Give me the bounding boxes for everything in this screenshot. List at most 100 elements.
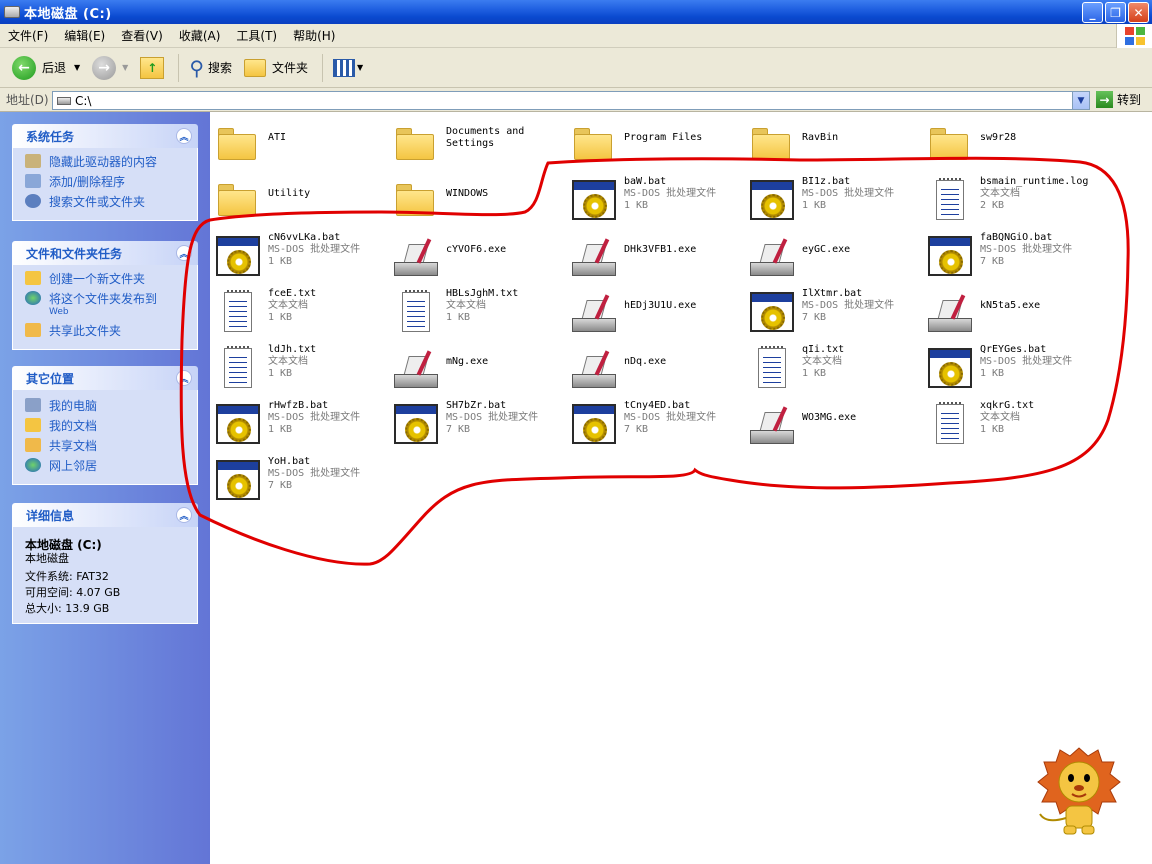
file-info: Documents and Settings (446, 126, 524, 150)
batch-file-icon (214, 456, 262, 504)
file-size: 7 KB (802, 312, 827, 323)
minimize-button[interactable]: _ (1082, 2, 1103, 23)
panel-header[interactable]: 系统任务 ︽ (12, 124, 198, 148)
my-computer-link[interactable]: 我的电脑 (25, 398, 187, 414)
menu-edit[interactable]: 编辑(E) (56, 27, 113, 44)
file-item[interactable]: QrEYGes.bat MS-DOS 批处理文件 1 KB (926, 344, 1096, 394)
batch-file-icon (748, 176, 796, 224)
file-list-view: ATI Documents and Settings Program Files Rav… (210, 112, 1152, 864)
file-item[interactable]: tCny4ED.bat MS-DOS 批处理文件 7 KB (570, 400, 740, 450)
file-info: nDq.exe (624, 356, 666, 368)
up-button[interactable]: ↑ (136, 51, 168, 85)
share-folder-link[interactable]: 共享此文件夹 (25, 323, 187, 339)
shared-documents-link[interactable]: 共享文档 (25, 438, 187, 454)
search-files-link[interactable]: 搜索文件或文件夹 (25, 194, 187, 210)
address-dropdown-icon[interactable]: ▼ (1072, 92, 1089, 109)
file-item[interactable]: xqkrG.txt 文本文档 1 KB (926, 400, 1096, 450)
panel-header[interactable]: 其它位置 ︽ (12, 366, 198, 390)
forward-dropdown-icon[interactable]: ▼ (122, 63, 128, 72)
file-size: 1 KB (268, 312, 293, 323)
file-item[interactable]: rHwfzB.bat MS-DOS 批处理文件 1 KB (214, 400, 384, 450)
go-button[interactable]: → 转到 (1096, 91, 1141, 108)
file-item[interactable]: SH7bZr.bat MS-DOS 批处理文件 7 KB (392, 400, 562, 450)
file-item[interactable]: qIi.txt 文本文档 1 KB (748, 344, 918, 394)
address-field[interactable]: C:\ ▼ (52, 91, 1090, 110)
network-places-link[interactable]: 网上邻居 (25, 458, 187, 474)
menu-favorites[interactable]: 收藏(A) (171, 27, 229, 44)
file-info: qIi.txt 文本文档 1 KB (802, 344, 844, 380)
file-item[interactable]: ldJh.txt 文本文档 1 KB (214, 344, 384, 394)
folder-item[interactable]: Program Files (570, 120, 740, 170)
file-item[interactable]: nDq.exe (570, 344, 740, 394)
publish-web-link-suffix[interactable]: Web (49, 307, 187, 317)
drive-type: 本地磁盘 (25, 552, 69, 565)
file-item[interactable]: IlXtmr.bat MS-DOS 批处理文件 7 KB (748, 288, 918, 338)
folder-item[interactable]: sw9r28 (926, 120, 1096, 170)
file-item[interactable]: hEDj3U1U.exe (570, 288, 740, 338)
file-size: 1 KB (980, 424, 1005, 435)
file-item[interactable]: HBLsJghM.txt 文本文档 1 KB (392, 288, 562, 338)
file-item[interactable]: YoH.bat MS-DOS 批处理文件 7 KB (214, 456, 384, 506)
batch-file-icon (748, 288, 796, 336)
file-name: bsmain_runtime.log (980, 176, 1089, 187)
collapse-chevron-icon[interactable]: ︽ (176, 128, 192, 144)
folder-item[interactable]: WINDOWS (392, 176, 562, 226)
folders-button[interactable]: 文件夹 (240, 51, 312, 85)
link-label: 隐藏此驱动器的内容 (49, 155, 158, 169)
file-info: DHk3VFB1.exe (624, 244, 696, 256)
publish-web-link[interactable]: 将这个文件夹发布到 (25, 291, 187, 307)
panel-header[interactable]: 文件和文件夹任务 ︽ (12, 241, 198, 265)
file-info: baW.bat MS-DOS 批处理文件 1 KB (624, 176, 716, 212)
other-places-panel: 其它位置 ︽ 我的电脑 我的文档 共享文档 网上邻居 (12, 366, 198, 485)
file-name: WINDOWS (446, 188, 489, 199)
file-name: sw9r28 (980, 132, 1017, 143)
collapse-chevron-icon[interactable]: ︽ (176, 245, 192, 261)
forward-button[interactable]: → ▼ (88, 51, 132, 85)
toolbar: ← 后退 ▼ → ▼ ↑ ⚲ 搜索 文件夹 ▼ (0, 48, 1152, 88)
menu-view[interactable]: 查看(V) (113, 27, 171, 44)
batch-file-icon (570, 176, 618, 224)
search-button[interactable]: ⚲ 搜索 (185, 51, 236, 85)
file-name: eyGC.exe (802, 244, 851, 255)
file-name: HBLsJghM.txt (446, 288, 519, 299)
new-folder-link[interactable]: 创建一个新文件夹 (25, 271, 187, 287)
file-item[interactable]: cN6vvLKa.bat MS-DOS 批处理文件 1 KB (214, 232, 384, 282)
menu-tools[interactable]: 工具(T) (228, 27, 285, 44)
file-item[interactable]: kN5ta5.exe (926, 288, 1096, 338)
back-button[interactable]: ← 后退 ▼ (8, 51, 84, 85)
link-label: 网上邻居 (49, 459, 98, 473)
file-info: faBQNGiO.bat MS-DOS 批处理文件 7 KB (980, 232, 1072, 268)
file-item[interactable]: bsmain_runtime.log 文本文档 2 KB (926, 176, 1096, 226)
folder-item[interactable]: RavBin (748, 120, 918, 170)
maximize-button[interactable]: ❐ (1105, 2, 1126, 23)
folder-item[interactable]: ATI (214, 120, 384, 170)
back-dropdown-icon[interactable]: ▼ (74, 63, 80, 72)
panel-header[interactable]: 详细信息 ︽ (12, 503, 198, 527)
file-item[interactable]: WO3MG.exe (748, 400, 918, 450)
hide-drive-contents-link[interactable]: 隐藏此驱动器的内容 (25, 154, 187, 170)
file-name: BI1z.bat (802, 176, 851, 187)
collapse-chevron-icon[interactable]: ︽ (176, 370, 192, 386)
file-item[interactable]: fceE.txt 文本文档 1 KB (214, 288, 384, 338)
file-item[interactable]: mNg.exe (392, 344, 562, 394)
close-button[interactable]: ✕ (1128, 2, 1149, 23)
file-item[interactable]: BI1z.bat MS-DOS 批处理文件 1 KB (748, 176, 918, 226)
file-item[interactable]: baW.bat MS-DOS 批处理文件 1 KB (570, 176, 740, 226)
my-documents-link[interactable]: 我的文档 (25, 418, 187, 434)
file-item[interactable]: cYVOF6.exe (392, 232, 562, 282)
file-item[interactable]: faBQNGiO.bat MS-DOS 批处理文件 7 KB (926, 232, 1096, 282)
back-arrow-icon: ← (12, 55, 36, 80)
menu-help[interactable]: 帮助(H) (285, 27, 343, 44)
menu-file[interactable]: 文件(F) (0, 27, 56, 44)
go-arrow-icon: → (1096, 91, 1113, 108)
file-item[interactable]: DHk3VFB1.exe (570, 232, 740, 282)
file-item[interactable]: eyGC.exe (748, 232, 918, 282)
folder-item[interactable]: Documents and Settings (392, 120, 562, 170)
add-remove-programs-link[interactable]: 添加/删除程序 (25, 174, 187, 190)
folder-item[interactable]: Utility (214, 176, 384, 226)
details-panel: 详细信息 ︽ 本地磁盘 (C:) 本地磁盘 文件系统: FAT32 可用空间: … (12, 503, 198, 624)
panel-body: 创建一个新文件夹 将这个文件夹发布到 Web 共享此文件夹 (12, 265, 198, 350)
collapse-chevron-icon[interactable]: ︽ (176, 507, 192, 523)
views-button[interactable]: ▼ (329, 51, 367, 85)
forward-arrow-icon: → (92, 55, 117, 80)
